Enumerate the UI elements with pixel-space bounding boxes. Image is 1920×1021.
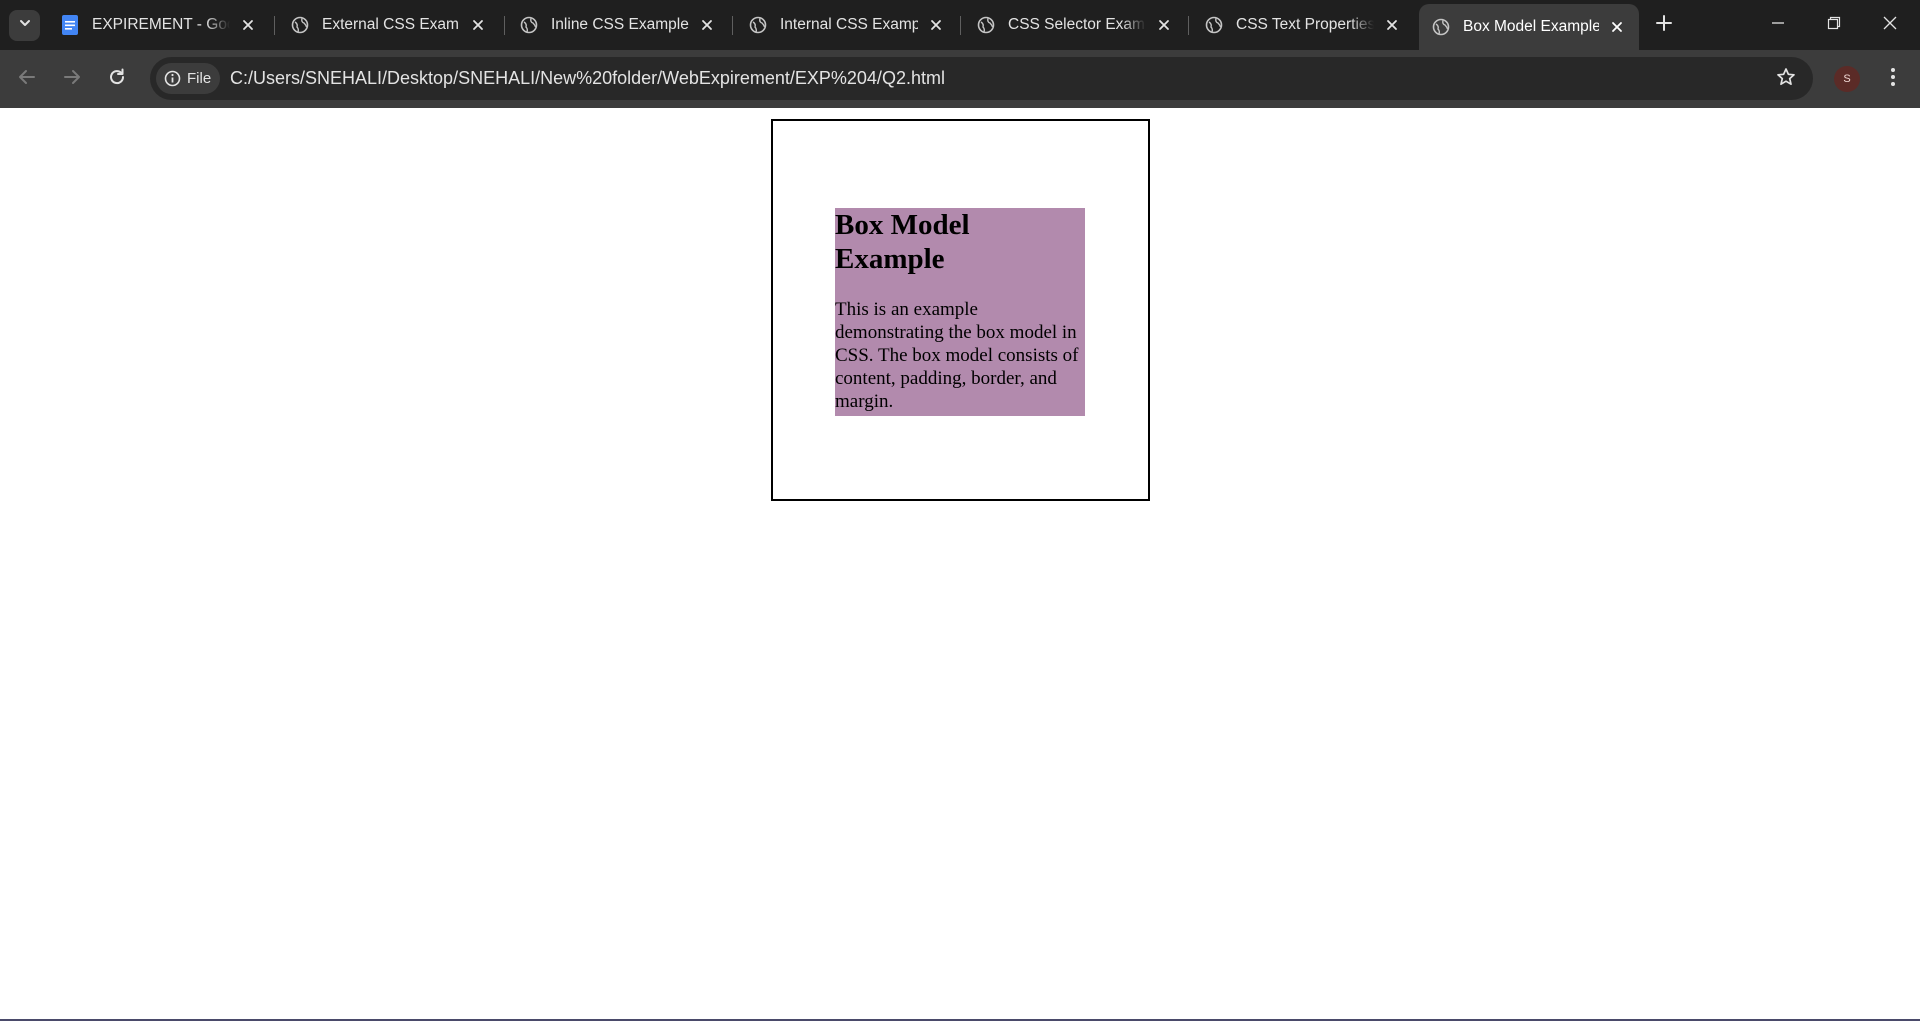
plus-icon [1656,14,1672,36]
star-icon [1776,67,1796,92]
close-icon[interactable] [1382,15,1402,35]
bookmark-star-button[interactable] [1775,67,1797,92]
tab-divider [1188,16,1189,35]
tab-divider [274,16,275,35]
minimize-icon [1771,16,1785,35]
close-icon [1883,16,1897,35]
globe-icon [1431,17,1451,37]
globe-icon [1204,15,1224,35]
globe-icon [976,15,996,35]
tab-css-text-properties[interactable]: CSS Text Properties S [1192,4,1414,46]
tab-title: Inline CSS Example [551,16,689,33]
tab-title: External CSS Example [322,16,460,33]
close-icon[interactable] [1154,15,1174,35]
close-icon[interactable] [1607,17,1627,37]
tab-divider [732,16,733,35]
close-window-button[interactable] [1862,0,1918,50]
tab-strip: EXPIREMENT - Googl External CSS Example … [0,0,1920,50]
tab-title: Internal CSS Example [780,16,918,33]
tab-internal-css[interactable]: Internal CSS Example [736,4,958,46]
close-icon[interactable] [468,15,488,35]
forward-button[interactable] [58,65,86,93]
tab-title: CSS Text Properties S [1236,16,1374,34]
site-info-chip[interactable]: File [156,63,220,94]
tab-title: EXPIREMENT - Googl [92,16,230,34]
chevron-down-icon [18,16,32,35]
page-paragraph: This is an example demonstrating the box… [835,299,1079,412]
page-heading: Box Model Example [835,209,970,275]
new-tab-button[interactable] [1652,13,1676,37]
box-content: Box Model Example This is an example dem… [835,208,1085,416]
browser-menu-button[interactable] [1880,65,1906,93]
address-bar[interactable]: File C:/Users/SNEHALI/Desktop/SNEHALI/Ne… [150,57,1813,100]
back-button[interactable] [13,65,41,93]
tab-css-selector[interactable]: CSS Selector Example [964,4,1186,46]
globe-icon [519,15,539,35]
profile-avatar[interactable]: S [1834,66,1860,92]
close-icon[interactable] [697,15,717,35]
tab-title: CSS Selector Example [1008,16,1146,34]
close-icon[interactable] [926,15,946,35]
site-chip-label: File [187,70,212,87]
arrow-right-icon [62,67,82,92]
browser-toolbar: File C:/Users/SNEHALI/Desktop/SNEHALI/Ne… [0,50,1920,108]
tab-divider [504,16,505,35]
reload-button[interactable] [103,65,131,93]
tab-external-css[interactable]: External CSS Example [278,4,500,46]
tab-divider [960,16,961,35]
page-viewport: Box Model Example This is an example dem… [0,108,1920,1021]
tab-expirement-docs[interactable]: EXPIREMENT - Googl [48,4,270,46]
info-icon [164,70,181,87]
reload-icon [107,67,127,92]
minimize-button[interactable] [1750,0,1806,50]
more-vertical-icon [1890,67,1896,92]
tab-title: Box Model Example [1463,18,1599,35]
tab-search-button[interactable] [9,10,40,41]
restore-button[interactable] [1806,0,1862,50]
url-text[interactable]: C:/Users/SNEHALI/Desktop/SNEHALI/New%20f… [230,57,945,100]
restore-icon [1827,16,1841,35]
tab-box-model[interactable]: Box Model Example [1419,4,1639,50]
box-model-container: Box Model Example This is an example dem… [771,119,1150,501]
tab-inline-css[interactable]: Inline CSS Example [507,4,729,46]
globe-icon [290,15,310,35]
arrow-left-icon [17,67,37,92]
google-docs-icon [60,15,80,35]
close-icon[interactable] [238,15,258,35]
globe-icon [748,15,768,35]
